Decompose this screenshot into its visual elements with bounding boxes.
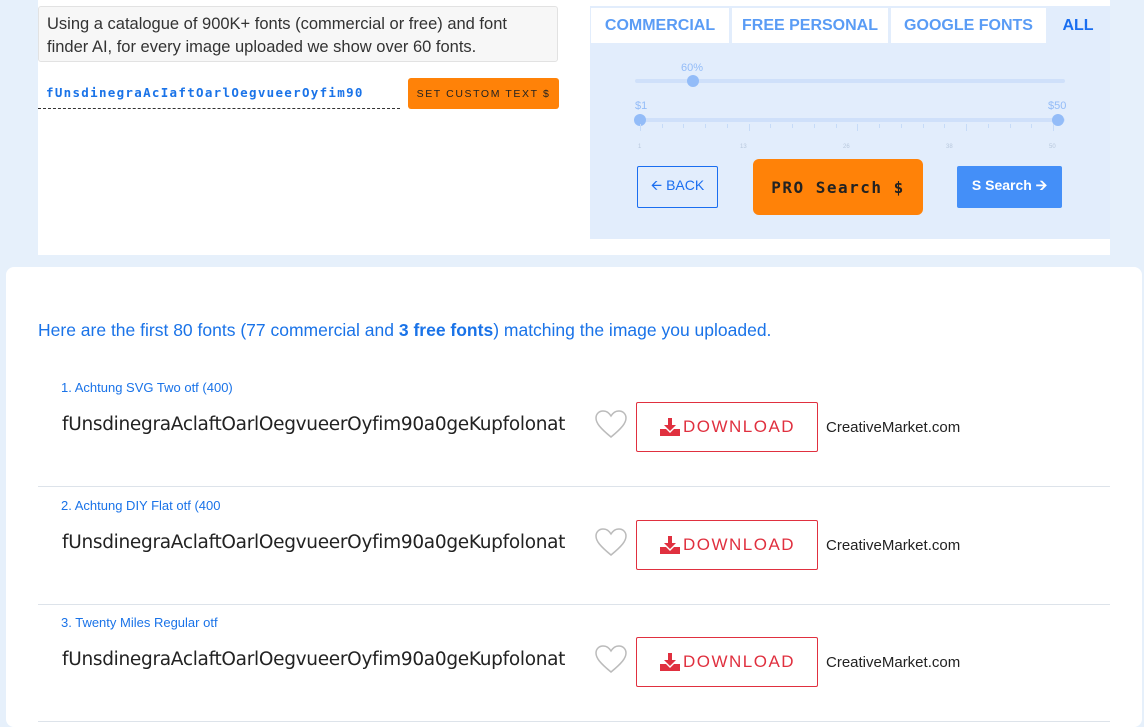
price-tick (640, 124, 641, 131)
headline-free-count: 3 free fonts (398, 320, 494, 340)
price-tick (683, 124, 685, 128)
tab-all[interactable]: ALL (1048, 8, 1108, 43)
price-max-label: $50 (1048, 100, 1067, 112)
tick-label: 1 (638, 144, 642, 150)
price-tick (770, 124, 772, 128)
tab-commercial[interactable]: COMMERCIAL (591, 8, 729, 43)
price-tick (705, 124, 707, 128)
price-tick (835, 124, 837, 128)
set-custom-text-button[interactable]: SET CUSTOM TEXT $ (408, 78, 559, 109)
font-name-link[interactable]: 3. Twenty Miles Regular otf (61, 615, 218, 630)
similarity-thumb[interactable] (687, 75, 699, 87)
download-icon (659, 653, 680, 671)
price-tick (792, 124, 794, 128)
price-tick (966, 124, 968, 131)
price-min-label: $1 (635, 100, 648, 112)
source-site[interactable]: CreativeMarket.com (826, 537, 960, 554)
download-button[interactable]: DOWNLOAD (636, 519, 818, 570)
s-search-button[interactable]: S Search 🡪 (957, 166, 1062, 208)
source-site[interactable]: CreativeMarket.com (826, 419, 960, 436)
similarity-slider[interactable] (635, 79, 1065, 83)
download-label: DOWNLOAD (682, 417, 796, 436)
pro-search-button[interactable]: PRO Search $ (753, 159, 923, 215)
s-search-label: S Search (971, 177, 1032, 193)
heart-icon[interactable] (594, 527, 628, 557)
price-tick (900, 124, 902, 128)
price-tick (1053, 124, 1054, 131)
price-tick (661, 124, 663, 128)
price-tick (987, 124, 989, 128)
price-tick (922, 124, 924, 128)
font-sample: fUnsdinegraAclaftOarlOegvueerOyfim90a0ge… (62, 649, 566, 670)
download-icon (659, 535, 680, 554)
download-label: DOWNLOAD (682, 534, 796, 554)
arrow-right-icon: 🡪 (1031, 177, 1048, 193)
price-tick (857, 124, 859, 131)
price-tick (1031, 124, 1033, 128)
headline-text: Here are the first 80 fonts (77 commerci… (38, 320, 399, 340)
back-button[interactable]: 🡨 BACK (637, 166, 718, 208)
font-result-row: 3. Twenty Miles Regular otf fUnsdinegraA… (38, 605, 1110, 722)
arrow-left-icon: 🡨 (650, 177, 667, 193)
custom-text-input[interactable]: fUnsdinegraAcIaftOarlOegvueerOyfim90 (38, 82, 400, 109)
download-icon (659, 418, 680, 436)
font-name-link[interactable]: 2. Achtung DIY Flat otf (400 (61, 498, 220, 513)
heart-icon[interactable] (594, 644, 628, 674)
price-tick (1009, 124, 1011, 128)
download-button[interactable]: DOWNLOAD (636, 402, 818, 452)
tick-label: 13 (740, 144, 747, 150)
price-tick (726, 124, 728, 128)
price-tick (944, 124, 946, 128)
tab-free-personal[interactable]: FREE PERSONAL (732, 8, 888, 43)
headline-text: ) matching the image you uploaded. (493, 320, 772, 340)
tick-label: 50 (1049, 144, 1056, 150)
font-sample: fUnsdinegraAclaftOarlOegvueerOyfim90a0ge… (62, 414, 566, 435)
price-tick (813, 124, 815, 128)
tick-label: 38 (946, 144, 953, 150)
source-site[interactable]: CreativeMarket.com (826, 654, 960, 671)
download-label: DOWNLOAD (682, 652, 796, 671)
similarity-value: 60% (681, 62, 704, 74)
font-result-row: 1. Achtung SVG Two otf (400) fUnsdinegra… (38, 370, 1110, 487)
price-tick (879, 124, 881, 128)
back-label: BACK (666, 177, 705, 193)
filter-panel: COMMERCIAL FREE PERSONAL GOOGLE FONTS AL… (590, 6, 1110, 239)
price-tick (748, 124, 750, 131)
description-box: Using a catalogue of 900K+ fonts (commer… (38, 6, 558, 62)
font-result-row: 2. Achtung DIY Flat otf (400 fUnsdinegra… (38, 488, 1110, 605)
results-headline: Here are the first 80 fonts (77 commerci… (38, 320, 771, 341)
tab-google-fonts[interactable]: GOOGLE FONTS (891, 8, 1046, 43)
price-slider[interactable] (635, 118, 1065, 122)
tick-label: 26 (843, 144, 850, 150)
font-sample: fUnsdinegraAclaftOarlOegvueerOyfim90a0ge… (62, 531, 566, 553)
heart-icon[interactable] (594, 409, 628, 439)
font-name-link[interactable]: 1. Achtung SVG Two otf (400) (61, 380, 233, 395)
download-button[interactable]: DOWNLOAD (636, 637, 818, 687)
